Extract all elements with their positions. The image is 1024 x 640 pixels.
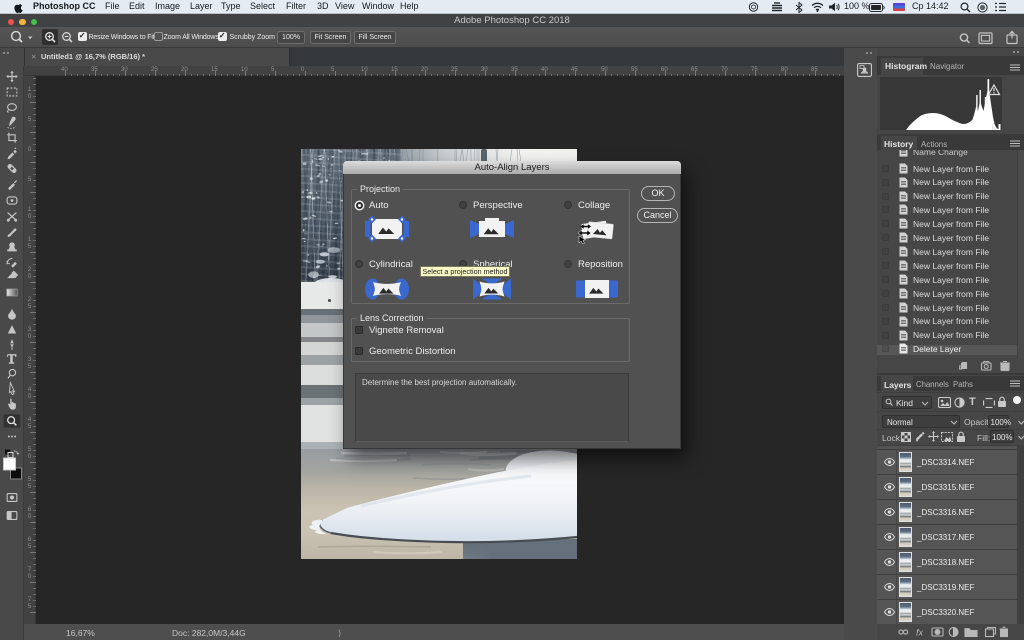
svg-text:fx: fx [916, 628, 924, 638]
